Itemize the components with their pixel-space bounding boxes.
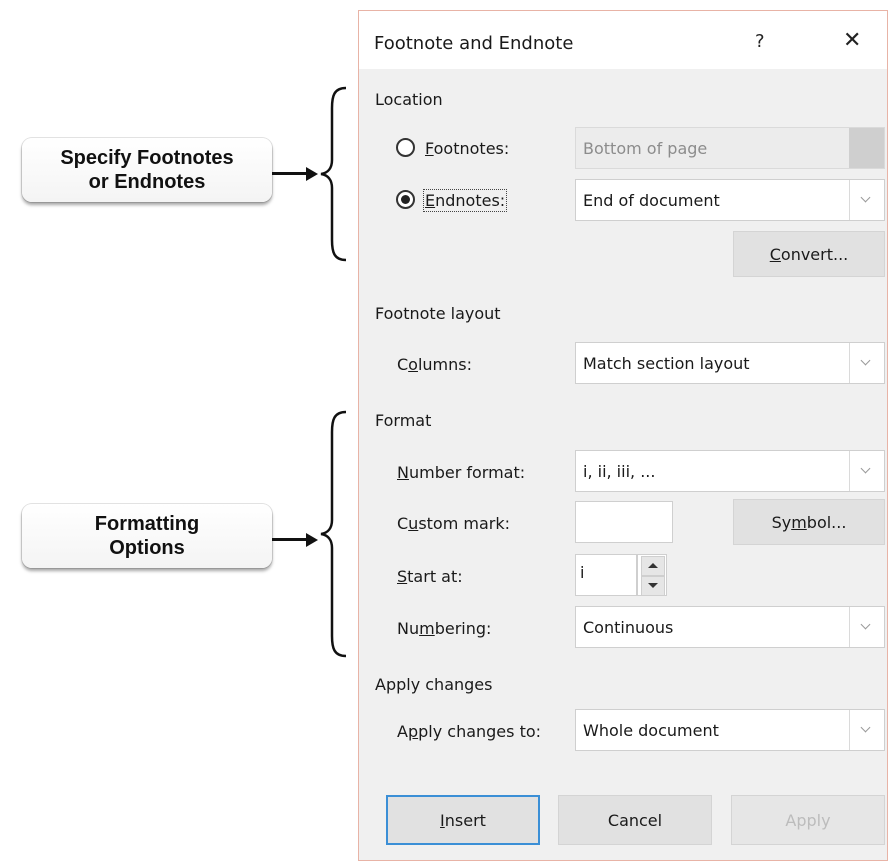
footnote-endnote-dialog: Footnote and Endnote ? ✕ Location Footno…: [358, 10, 888, 861]
start-at-label: Start at:: [397, 567, 463, 586]
footnotes-position-select[interactable]: Bottom of page: [575, 127, 885, 169]
callout-line-1: Formatting: [94, 513, 200, 535]
footnotes-radio[interactable]: [396, 138, 415, 157]
chevron-down-icon[interactable]: [849, 710, 884, 750]
numbering-value: Continuous: [583, 618, 674, 637]
callout-arrow-head: [306, 167, 318, 181]
numbering-label: Numbering:: [397, 619, 492, 638]
callout-arrow-line: [272, 172, 308, 175]
numbering-select[interactable]: Continuous: [575, 606, 885, 648]
columns-value: Match section layout: [583, 354, 750, 373]
endnotes-label[interactable]: Endnotes:: [422, 189, 508, 212]
chevron-down-icon[interactable]: [849, 343, 884, 383]
start-at-input[interactable]: i: [575, 554, 637, 596]
location-brace: [320, 86, 347, 262]
callout-arrow-line: [272, 538, 308, 541]
chevron-down-icon[interactable]: [849, 451, 884, 491]
callout-arrow-head: [306, 533, 318, 547]
apply-changes-heading: Apply changes: [375, 675, 493, 694]
columns-select[interactable]: Match section layout: [575, 342, 885, 384]
convert-button[interactable]: Convert...: [733, 231, 885, 277]
footnotes-position-value: Bottom of page: [583, 139, 708, 158]
columns-label: Columns:: [397, 355, 473, 374]
format-heading: Format: [375, 411, 432, 430]
apply-button[interactable]: Apply: [731, 795, 885, 845]
start-at-spinner[interactable]: [637, 554, 667, 596]
chevron-down-icon[interactable]: [849, 607, 884, 647]
endnotes-radio[interactable]: [396, 190, 415, 209]
apply-changes-to-label: Apply changes to:: [397, 722, 542, 741]
custom-mark-input[interactable]: [575, 501, 673, 543]
spin-down-icon[interactable]: [641, 576, 665, 596]
title-bar: Footnote and Endnote ? ✕: [359, 11, 887, 69]
callout-formatting-options: Formatting Options: [22, 504, 272, 568]
location-heading: Location: [375, 90, 443, 109]
help-button[interactable]: ?: [755, 31, 765, 52]
footnote-layout-heading: Footnote layout: [375, 304, 501, 323]
cancel-button[interactable]: Cancel: [558, 795, 712, 845]
symbol-button[interactable]: Sy m bol...: [733, 499, 885, 545]
spin-up-icon[interactable]: [641, 556, 665, 576]
number-format-label: Number format:: [397, 463, 526, 482]
callout-specify-footnotes: Specify Footnotes or Endnotes: [22, 138, 272, 202]
number-format-value: i, ii, iii, ...: [583, 462, 656, 481]
chevron-down-icon[interactable]: [849, 180, 884, 220]
custom-mark-label: Custom mark:: [397, 514, 511, 533]
format-brace: [320, 410, 347, 658]
dialog-title: Footnote and Endnote: [374, 33, 574, 54]
endnotes-position-select[interactable]: End of document: [575, 179, 885, 221]
chevron-down-icon[interactable]: [849, 128, 884, 168]
close-icon[interactable]: ✕: [843, 28, 861, 53]
insert-button[interactable]: Insert: [386, 795, 540, 845]
start-at-value: i: [580, 563, 585, 582]
endnotes-position-value: End of document: [583, 191, 720, 210]
callout-line-2: Options: [109, 537, 185, 559]
footnotes-label[interactable]: Footnotes:: [425, 139, 509, 158]
apply-changes-to-select[interactable]: Whole document: [575, 709, 885, 751]
callout-line-2: or Endnotes: [88, 171, 206, 193]
number-format-select[interactable]: i, ii, iii, ...: [575, 450, 885, 492]
apply-changes-to-value: Whole document: [583, 721, 719, 740]
callout-line-1: Specify Footnotes: [60, 147, 234, 169]
